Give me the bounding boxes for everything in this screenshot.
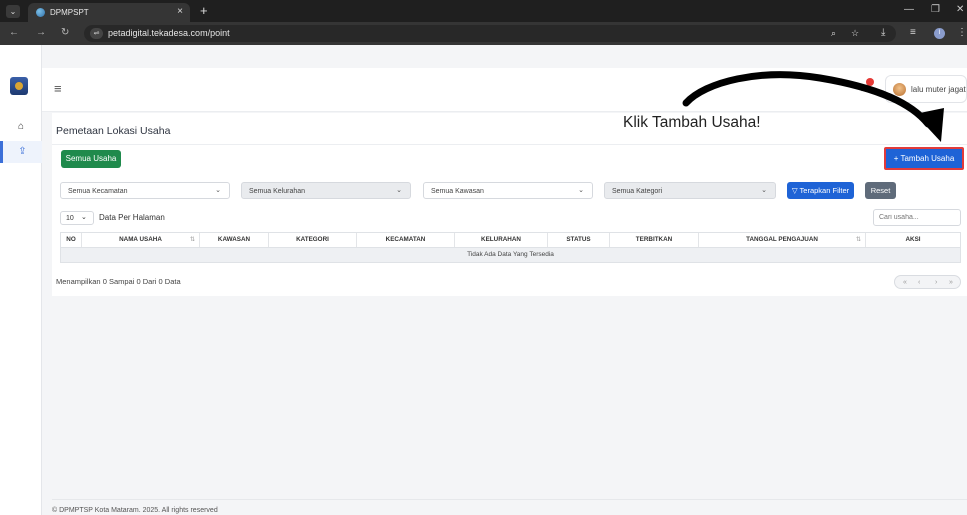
home-icon: ⌂ bbox=[17, 121, 25, 132]
notification-bell-icon[interactable]: ♫ bbox=[857, 78, 874, 95]
apply-filter-label: Terapkan Filter bbox=[799, 186, 850, 195]
user-menu[interactable]: lalu muter jagat bbox=[885, 75, 967, 103]
main-card: Pemetaan Lokasi Usaha Semua Usaha + Tamb… bbox=[52, 113, 967, 296]
url-field[interactable]: ⇌ petadigital.tekadesa.com/point ⌕ ☆ bbox=[84, 25, 896, 42]
kawasan-select[interactable]: Semua Kawasan ⌄ bbox=[423, 182, 593, 199]
sort-icon: ⇅ bbox=[855, 237, 861, 243]
search-input[interactable] bbox=[873, 209, 961, 226]
last-page-icon[interactable]: » bbox=[949, 277, 953, 288]
per-page-select[interactable]: 10 ⌄ bbox=[60, 211, 94, 225]
footer-text: © DPMPTSP Kota Mataram. 2025. All rights… bbox=[52, 507, 218, 514]
new-tab-button[interactable]: + bbox=[200, 3, 208, 18]
user-name: lalu muter jagat bbox=[911, 85, 966, 94]
col-tanggal-label: TANGGAL PENGAJUAN bbox=[746, 236, 818, 243]
tab-close-icon[interactable]: × bbox=[177, 6, 183, 18]
col-aksi: AKSI bbox=[905, 236, 921, 243]
reset-button[interactable]: Reset bbox=[865, 182, 896, 199]
url-text[interactable]: petadigital.tekadesa.com/point bbox=[108, 28, 230, 39]
col-nama-usaha-label: NAMA USAHA bbox=[119, 236, 162, 243]
col-tanggal-pengajuan[interactable]: TANGGAL PENGAJUAN ⇅ bbox=[699, 233, 866, 247]
add-business-button[interactable]: + Tambah Usaha bbox=[884, 147, 964, 170]
browser-menu-icon[interactable]: ⋮ bbox=[957, 27, 967, 39]
first-page-icon[interactable]: « bbox=[903, 277, 907, 288]
profile-avatar[interactable]: I bbox=[934, 28, 945, 39]
col-kawasan[interactable]: KAWASAN bbox=[200, 233, 269, 247]
chevron-down-icon: ⌄ bbox=[761, 187, 767, 194]
per-page-value: 10 bbox=[66, 215, 74, 222]
tab-search-button[interactable]: ⌄ bbox=[6, 5, 20, 18]
back-icon[interactable]: ← bbox=[9, 27, 19, 39]
zoom-icon[interactable]: ⌕ bbox=[831, 28, 836, 39]
kelurahan-select[interactable]: Semua Kelurahan ⌄ bbox=[241, 182, 411, 199]
kecamatan-select[interactable]: Semua Kecamatan ⌄ bbox=[60, 182, 230, 199]
col-nama-usaha[interactable]: NAMA USAHA ⇅ bbox=[82, 233, 200, 247]
minimize-icon[interactable]: — bbox=[904, 4, 914, 16]
media-controls-icon[interactable]: ≡ bbox=[910, 27, 916, 39]
notification-badge bbox=[866, 78, 874, 86]
filter-icon: ▽ bbox=[791, 186, 800, 195]
col-kelurahan[interactable]: KELURAHAN bbox=[455, 233, 548, 247]
annotation-text: Klik Tambah Usaha! bbox=[623, 114, 761, 131]
chevron-down-icon: ⌄ bbox=[215, 187, 221, 194]
site-info-icon[interactable]: ⇌ bbox=[90, 28, 103, 39]
next-page-icon[interactable]: › bbox=[935, 277, 937, 288]
col-terbitkan[interactable]: TERBITKAN bbox=[610, 233, 699, 247]
sort-icon: ⇅ bbox=[189, 237, 195, 243]
all-business-button[interactable]: Semua Usaha bbox=[61, 150, 121, 168]
browser-tab[interactable]: DPMPSPT × bbox=[28, 3, 190, 22]
sidebar-item-home[interactable]: ⌂ bbox=[0, 116, 42, 138]
table-empty-row: Tidak Ada Data Yang Tersedia bbox=[60, 248, 961, 263]
footer: © DPMPTSP Kota Mataram. 2025. All rights… bbox=[52, 499, 967, 515]
col-status[interactable]: STATUS bbox=[548, 233, 610, 247]
site-favicon-icon bbox=[36, 8, 45, 17]
apply-filter-button[interactable]: ▽ Terapkan Filter bbox=[787, 182, 854, 199]
browser-address-bar: ← → ↻ ⇌ petadigital.tekadesa.com/point ⌕… bbox=[0, 22, 967, 45]
kawasan-select-value: Semua Kawasan bbox=[431, 188, 484, 195]
sidebar-item-point[interactable]: ⇪ bbox=[0, 141, 42, 163]
bookmark-star-icon[interactable]: ☆ bbox=[851, 28, 859, 39]
reload-icon[interactable]: ↻ bbox=[61, 27, 69, 39]
tab-title: DPMPSPT bbox=[50, 8, 89, 17]
kecamatan-select-value: Semua Kecamatan bbox=[68, 188, 128, 195]
app-sidebar: ⌂ ⇪ bbox=[0, 45, 42, 515]
chevron-down-icon: ⌄ bbox=[578, 187, 584, 194]
col-no[interactable]: NO bbox=[61, 233, 82, 247]
prev-page-icon[interactable]: ‹ bbox=[918, 277, 920, 288]
chevron-down-icon: ⌄ bbox=[396, 187, 402, 194]
app-header: ≡ ♫ lalu muter jagat bbox=[42, 68, 967, 112]
upload-icon: ⇪ bbox=[18, 146, 27, 157]
hamburger-menu-icon[interactable]: ≡ bbox=[54, 81, 62, 97]
table-header: NO NAMA USAHA ⇅ KAWASAN KATEGORI KECAMATA… bbox=[60, 232, 961, 248]
chevron-down-icon: ⌄ bbox=[81, 214, 87, 221]
col-kategori[interactable]: KATEGORI bbox=[269, 233, 357, 247]
kategori-select-value: Semua Kategori bbox=[612, 188, 663, 195]
download-icon[interactable]: ⤓ bbox=[881, 27, 885, 39]
pagination: « ‹ › » bbox=[894, 275, 961, 289]
close-window-icon[interactable]: ✕ bbox=[956, 4, 964, 16]
maximize-icon[interactable]: ❐ bbox=[931, 4, 940, 16]
page-title: Pemetaan Lokasi Usaha bbox=[56, 125, 171, 137]
avatar bbox=[893, 83, 906, 96]
forward-icon[interactable]: → bbox=[36, 27, 46, 39]
table-summary: Menampilkan 0 Sampai 0 Dari 0 Data bbox=[56, 277, 181, 286]
divider bbox=[52, 144, 967, 145]
kategori-select[interactable]: Semua Kategori ⌄ bbox=[604, 182, 776, 199]
browser-tab-bar: ⌄ DPMPSPT × + — ❐ ✕ bbox=[0, 0, 967, 22]
app-logo bbox=[10, 77, 28, 95]
col-kecamatan[interactable]: KECAMATAN bbox=[357, 233, 455, 247]
kelurahan-select-value: Semua Kelurahan bbox=[249, 188, 306, 195]
per-page-label: Data Per Halaman bbox=[99, 213, 165, 222]
